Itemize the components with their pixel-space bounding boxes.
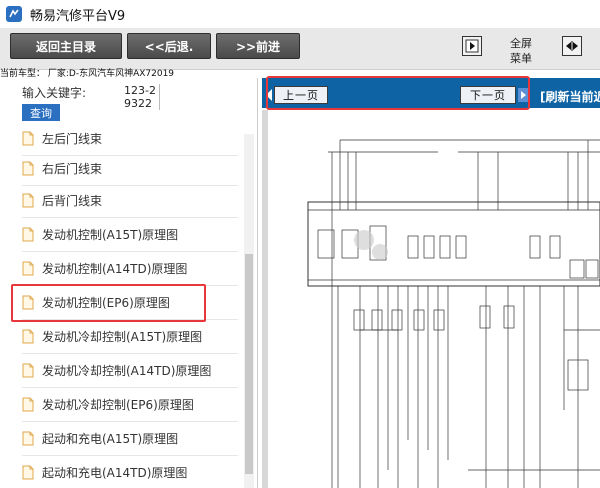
sidebar-scroll-thumb[interactable] [245, 254, 253, 474]
list-item[interactable]: 左后门线束 [22, 122, 238, 156]
refresh-link[interactable]: [刷新当前近 [540, 88, 600, 105]
forward-button[interactable]: >>前进 [216, 33, 300, 59]
list-item[interactable]: 发动机控制(A15T)原理图 [22, 218, 238, 252]
list-item-label: 发动机控制(A14TD)原理图 [42, 262, 188, 276]
list-item-label: 发动机冷却控制(A15T)原理图 [42, 330, 203, 344]
split-arrows-icon [566, 41, 578, 51]
sidebar: 输入关键字: 123-29322 查询 左后门线束 右后门线束 后背门线束 发动… [0, 78, 258, 488]
search-label: 输入关键字: [22, 86, 87, 100]
nav-highlight [266, 76, 530, 110]
list-item[interactable]: 起动和充电(A14TD)原理图 [22, 456, 238, 488]
list-item[interactable]: 发动机冷却控制(A14TD)原理图 [22, 354, 238, 388]
search-input[interactable]: 123-29322 [124, 84, 160, 110]
document-icon [22, 161, 34, 176]
toolbar: 返回主目录 <<后退. >>前进 全屏 菜单 [0, 28, 600, 70]
sidebar-scrollbar[interactable] [244, 134, 254, 488]
document-icon [22, 465, 34, 480]
list-item[interactable]: 后背门线束 [22, 184, 238, 218]
diagram-viewer: 上一页 下一页 [刷新当前近 [262, 74, 600, 488]
list-item-label: 起动和充电(A15T)原理图 [42, 432, 179, 446]
menu-label: 菜单 [510, 52, 532, 65]
fullscreen-menu-label: 全屏 菜单 [504, 36, 538, 66]
list-item-label: 左后门线束 [42, 132, 103, 146]
list-item-label: 后背门线束 [42, 194, 103, 208]
document-icon [22, 329, 34, 344]
list-item-label: 右后门线束 [42, 162, 103, 176]
document-icon [22, 193, 34, 208]
fullscreen-label: 全屏 [510, 37, 532, 50]
list-item-label: 起动和充电(A14TD)原理图 [42, 466, 188, 480]
document-icon [22, 363, 34, 378]
search-button[interactable]: 查询 [22, 104, 60, 121]
home-button[interactable]: 返回主目录 [10, 33, 122, 59]
title-bar: 畅易汽修平台V9 [0, 0, 600, 28]
list-item[interactable]: 起动和充电(A15T)原理图 [22, 422, 238, 456]
document-icon [22, 227, 34, 242]
menu-toggle-button[interactable] [562, 36, 582, 56]
selection-highlight [11, 284, 206, 322]
back-button[interactable]: <<后退. [127, 33, 211, 59]
list-item[interactable]: 发动机冷却控制(EP6)原理图 [22, 388, 238, 422]
expand-icon [465, 39, 479, 53]
list-item-label: 发动机冷却控制(EP6)原理图 [42, 398, 194, 412]
list-item-label: 发动机控制(A15T)原理图 [42, 228, 179, 242]
fullscreen-button[interactable] [462, 36, 482, 56]
list-item[interactable]: 发动机冷却控制(A15T)原理图 [22, 320, 238, 354]
list-item[interactable]: 右后门线束 [22, 152, 238, 186]
app-title: 畅易汽修平台V9 [30, 8, 126, 24]
document-icon [22, 431, 34, 446]
app-logo-icon [6, 6, 22, 22]
document-icon [22, 261, 34, 276]
list-item-label: 发动机冷却控制(A14TD)原理图 [42, 364, 212, 378]
document-icon [22, 131, 34, 146]
wiring-schematic [307, 139, 600, 488]
document-icon [22, 397, 34, 412]
list-item[interactable]: 发动机控制(A14TD)原理图 [22, 252, 238, 286]
